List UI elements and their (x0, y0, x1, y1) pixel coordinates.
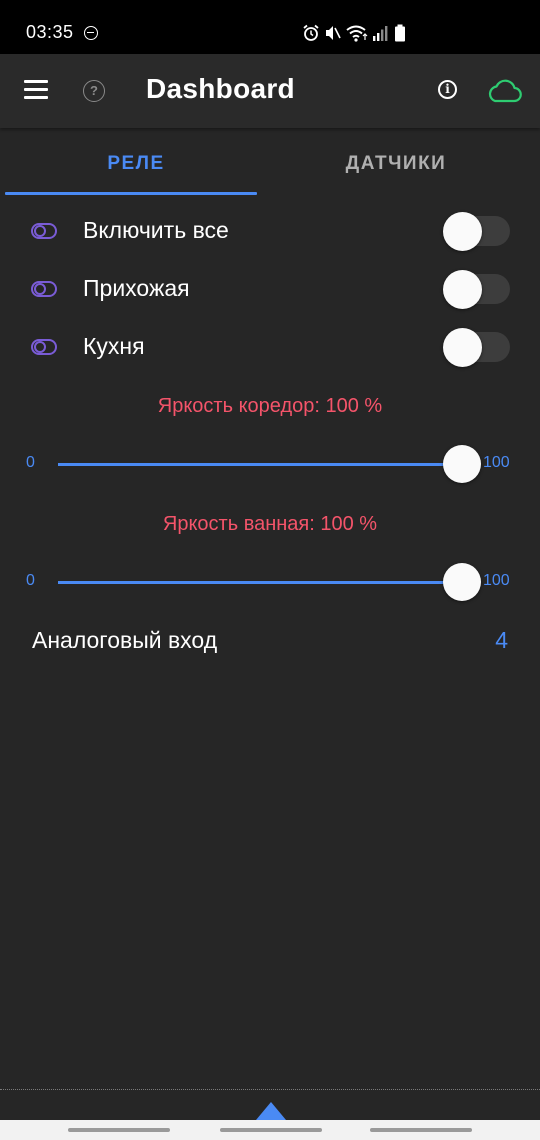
system-nav-bar (0, 1120, 540, 1140)
nav-home-button[interactable] (220, 1128, 322, 1132)
toggle-icon (31, 281, 57, 297)
expand-up-icon[interactable] (256, 1102, 286, 1120)
page-title: Dashboard (146, 73, 295, 104)
relay-switch-prikhozhaya[interactable] (443, 269, 510, 309)
relay-label: Кухня (83, 333, 145, 359)
nav-back-button[interactable] (370, 1128, 472, 1132)
mute-icon (324, 24, 342, 47)
slider-min-label: 0 (26, 572, 35, 589)
analog-input-value: 4 (495, 627, 508, 653)
info-icon[interactable]: i (438, 80, 457, 99)
bottom-divider (0, 1089, 540, 1090)
slider-koridor: 0 100 (0, 444, 540, 484)
switch-thumb (443, 212, 482, 251)
menu-icon[interactable] (24, 80, 50, 102)
relay-switch-kukhnya[interactable] (443, 327, 510, 367)
slider-max-label: 100 (483, 454, 510, 471)
switch-thumb (443, 270, 482, 309)
slider-min-label: 0 (26, 454, 35, 471)
slider-thumb[interactable] (443, 445, 481, 483)
relay-row-kukhnya: Кухня (0, 321, 540, 371)
status-bar: 03:35 (0, 0, 540, 54)
switch-thumb (443, 328, 482, 367)
tab-rele[interactable]: РЕЛЕ (5, 128, 267, 196)
status-time: 03:35 (26, 22, 74, 42)
relay-switch-all[interactable] (443, 211, 510, 251)
slider-title-koridor: Яркость коредор: 100 % (157, 395, 383, 417)
status-icons (302, 24, 412, 42)
nav-recent-button[interactable] (68, 1128, 170, 1132)
slider-track[interactable] (58, 581, 462, 584)
wifi-icon (346, 24, 368, 47)
tab-bar: РЕЛЕ ДАТЧИКИ (0, 128, 540, 196)
slider-max-label: 100 (483, 572, 510, 589)
relay-label: Прихожая (83, 275, 190, 301)
alarm-icon (302, 24, 320, 47)
active-tab-indicator (5, 192, 257, 195)
cloud-icon[interactable] (486, 78, 522, 109)
slider-track[interactable] (58, 463, 462, 466)
toggle-icon (31, 223, 57, 239)
app-bar: ? Dashboard i (0, 54, 540, 128)
relay-label: Включить все (83, 217, 229, 243)
slider-thumb[interactable] (443, 563, 481, 601)
dnd-icon (84, 26, 98, 40)
battery-icon (394, 24, 406, 47)
analog-input-label: Аналоговый вход (32, 627, 218, 653)
relay-row-all: Включить все (0, 205, 540, 255)
slider-title-vannaya: Яркость ванная: 100 % (162, 513, 378, 535)
tab-datchiki[interactable]: ДАТЧИКИ (265, 128, 527, 196)
slider-vannaya: 0 100 (0, 562, 540, 602)
toggle-icon (31, 339, 57, 355)
relay-row-prikhozhaya: Прихожая (0, 263, 540, 313)
help-icon[interactable]: ? (83, 80, 105, 102)
signal-icon (372, 24, 388, 47)
